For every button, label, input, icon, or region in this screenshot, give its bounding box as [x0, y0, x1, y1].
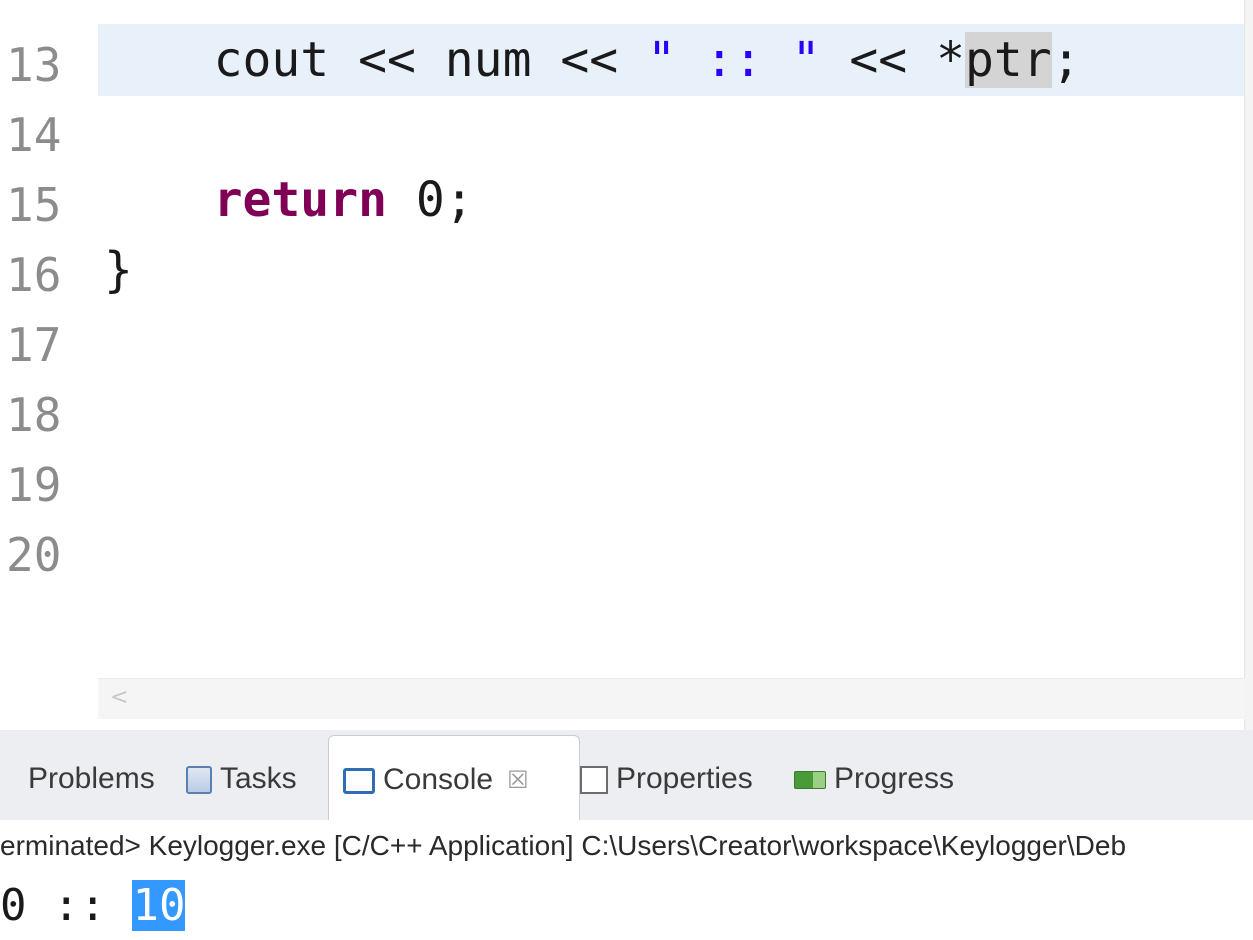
code-token: cout << num <<: [98, 32, 648, 88]
code-line-16[interactable]: }: [104, 234, 1251, 306]
line-number-gutter: 13 14 15 16 17 18 19 20: [0, 0, 98, 730]
tab-console-label: Console: [383, 763, 494, 796]
line-number-15: 15: [6, 178, 62, 232]
editor-vertical-scrollbar[interactable]: [1244, 0, 1253, 730]
properties-icon: [580, 766, 608, 795]
tab-console[interactable]: Console ☒: [328, 735, 580, 828]
tab-problems-label: Problems: [28, 762, 155, 795]
console-selected-text: 10: [132, 880, 186, 931]
code-token: ;: [1051, 32, 1081, 88]
highlighted-identifier: ptr: [964, 32, 1052, 88]
console-process-header: erminated> Keylogger.exe [C/C++ Applicat…: [0, 820, 1253, 873]
tab-tasks-label: Tasks: [220, 762, 297, 795]
scroll-left-arrow-icon[interactable]: <: [110, 685, 128, 710]
line-number-20: 20: [6, 528, 62, 582]
tasks-icon: [186, 766, 212, 795]
code-line-13[interactable]: cout << num << " :: " << *ptr;: [98, 24, 1245, 96]
line-number-19: 19: [6, 458, 62, 512]
close-icon[interactable]: ☒: [507, 767, 529, 794]
console-icon: [343, 768, 375, 795]
tab-properties-label: Properties: [616, 762, 753, 795]
line-number-13: 13: [6, 38, 62, 92]
console-output[interactable]: 0 :: 10: [0, 872, 1253, 940]
code-line-15[interactable]: return 0;: [98, 164, 1245, 236]
line-number-17: 17: [6, 318, 62, 372]
code-token: << *: [820, 32, 965, 88]
tab-properties[interactable]: Properties: [580, 730, 753, 820]
line-number-16: 16: [6, 248, 62, 302]
code-text-area[interactable]: [98, 0, 1245, 678]
string-literal: " :: ": [647, 32, 821, 88]
code-editor[interactable]: 13 14 15 16 17 18 19 20 cout << num << "…: [0, 0, 1253, 730]
line-number-18: 18: [6, 388, 62, 442]
tab-problems[interactable]: Problems: [28, 730, 155, 820]
editor-horizontal-scrollbar[interactable]: <: [98, 678, 1245, 719]
tab-progress[interactable]: Progress: [794, 730, 954, 820]
tab-tasks[interactable]: Tasks: [186, 730, 297, 820]
keyword-return: return: [213, 172, 387, 228]
line-number-14: 14: [6, 108, 62, 162]
progress-icon: [794, 771, 826, 790]
bottom-panel-tabbar: Problems Tasks Console ☒ Properties Progr…: [0, 730, 1253, 828]
tab-progress-label: Progress: [834, 762, 955, 795]
console-output-text: 0 ::: [0, 880, 133, 931]
code-token: 0;: [386, 172, 474, 228]
